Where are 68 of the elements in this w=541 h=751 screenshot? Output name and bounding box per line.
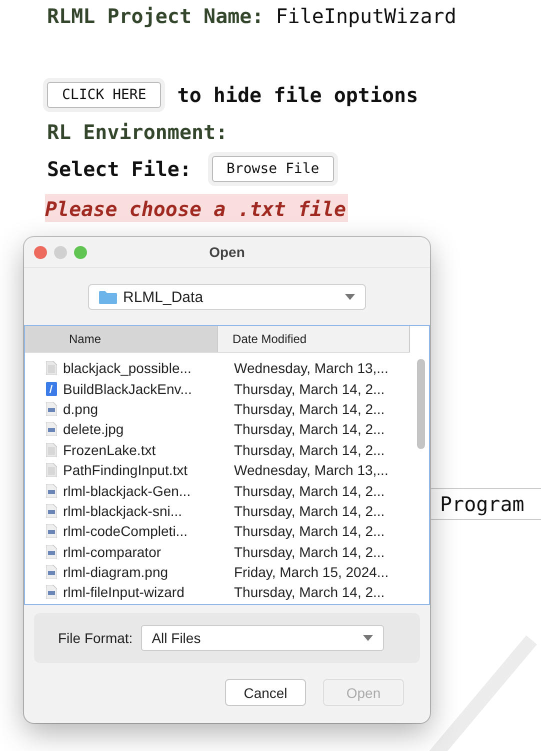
file-date: Thursday, March 14, 2... bbox=[233, 421, 385, 438]
file-date: Thursday, March 14, 2... bbox=[233, 380, 385, 397]
file-row[interactable]: blackjack_possible... Wednesday, March 13,... bbox=[25, 358, 410, 378]
hide-options-text: to hide file options bbox=[177, 83, 418, 107]
minimize-icon[interactable] bbox=[54, 246, 67, 259]
name-column-header[interactable]: Name bbox=[25, 326, 218, 352]
file-date: Thursday, March 14, 2... bbox=[233, 544, 385, 560]
file-row[interactable]: FrozenLake.txt Thursday, March 14, 2... bbox=[25, 440, 410, 460]
file-name: rlml-fileInput-wizard bbox=[63, 584, 184, 600]
file-name: rlml-comparator bbox=[63, 544, 162, 560]
dialog-title: Open bbox=[209, 244, 245, 260]
file-name: d.png bbox=[63, 400, 98, 417]
project-name-label: RLML Project Name: bbox=[47, 4, 264, 28]
image-file-icon bbox=[46, 402, 57, 416]
file-row[interactable]: rlml-comparator Thursday, March 14, 2... bbox=[25, 542, 410, 562]
dropdown-caret-icon bbox=[362, 635, 373, 641]
folder-icon bbox=[99, 290, 117, 304]
dialog-button[interactable]: Cancel bbox=[225, 679, 306, 706]
file-date: Friday, March 15, 2024... bbox=[233, 564, 389, 580]
file-row[interactable]: rlml-blackjack-sni... Thursday, March 14, 2... bbox=[25, 500, 410, 522]
image-file-icon bbox=[46, 585, 57, 600]
close-icon[interactable] bbox=[34, 246, 47, 259]
file-row[interactable]: rlml-blackjack-Gen... Thursday, March 14, 2... bbox=[25, 480, 410, 501]
image-file-icon bbox=[46, 544, 57, 559]
file-format-label: File Format: bbox=[58, 630, 133, 646]
file-row[interactable]: delete.jpg Thursday, March 14, 2... bbox=[25, 419, 410, 440]
file-row[interactable]: PathFindingInput.txt Wednesday, March 13,... bbox=[25, 460, 410, 480]
file-row[interactable]: rlml-codeCompleti... Thursday, March 14, 2... bbox=[25, 521, 410, 542]
file-row[interactable]: rlml-fileInput-wizard Thursday, March 14, 2... bbox=[25, 582, 410, 603]
file-row[interactable]: d.png Thursday, March 14, 2... bbox=[25, 398, 410, 420]
date-column-header[interactable]: Date Modified bbox=[218, 326, 410, 352]
file-name: delete.jpg bbox=[63, 421, 124, 438]
document-icon bbox=[46, 361, 57, 376]
project-name-value: FileInputWizard bbox=[276, 4, 456, 28]
file-date: Wednesday, March 13,... bbox=[233, 360, 388, 376]
file-name: blackjack_possible... bbox=[63, 360, 192, 376]
file-name: PathFindingInput.txt bbox=[63, 462, 188, 478]
error-message: Please choose a .txt file bbox=[45, 194, 348, 222]
file-row[interactable]: rlml-diagram.png Friday, March 15, 2024... bbox=[25, 562, 410, 582]
file-date: Thursday, March 14, 2... bbox=[233, 442, 385, 458]
file-name: rlml-diagram.png bbox=[63, 564, 168, 580]
zoom-icon[interactable] bbox=[74, 246, 87, 259]
folder-dropdown[interactable]: RLML_Data bbox=[88, 284, 366, 310]
file-name: FrozenLake.txt bbox=[63, 442, 156, 458]
image-file-icon bbox=[46, 524, 57, 538]
file-name: rlml-blackjack-sni... bbox=[63, 502, 182, 519]
dropdown-caret-icon bbox=[345, 294, 355, 300]
file-format-dropdown[interactable]: All Files bbox=[140, 625, 384, 651]
file-row[interactable]: BuildBlackJackEnv... Thursday, March 14, 2... bbox=[25, 378, 410, 399]
file-name: rlml-blackjack-Gen... bbox=[63, 482, 191, 499]
script-file-icon bbox=[46, 382, 57, 396]
file-date: Thursday, March 14, 2... bbox=[233, 482, 385, 499]
file-name: BuildBlackJackEnv... bbox=[63, 380, 192, 397]
image-file-icon bbox=[46, 422, 57, 436]
file-date: Thursday, March 14, 2... bbox=[233, 584, 385, 600]
file-date: Thursday, March 14, 2... bbox=[233, 502, 385, 519]
scrollbar-thumb[interactable] bbox=[417, 359, 425, 449]
select-file-label: Select File: bbox=[47, 157, 192, 181]
image-file-icon bbox=[46, 504, 57, 518]
image-file-icon bbox=[46, 565, 57, 580]
image-file-icon bbox=[46, 484, 57, 498]
document-icon bbox=[46, 463, 57, 478]
file-name: rlml-codeCompleti... bbox=[63, 523, 188, 540]
environment-label: RL Environment: bbox=[47, 120, 228, 144]
file-date: Thursday, March 14, 2... bbox=[233, 400, 385, 417]
file-date: Wednesday, March 13,... bbox=[233, 462, 388, 478]
file-date: Thursday, March 14, 2... bbox=[233, 523, 385, 540]
document-icon bbox=[46, 442, 57, 457]
